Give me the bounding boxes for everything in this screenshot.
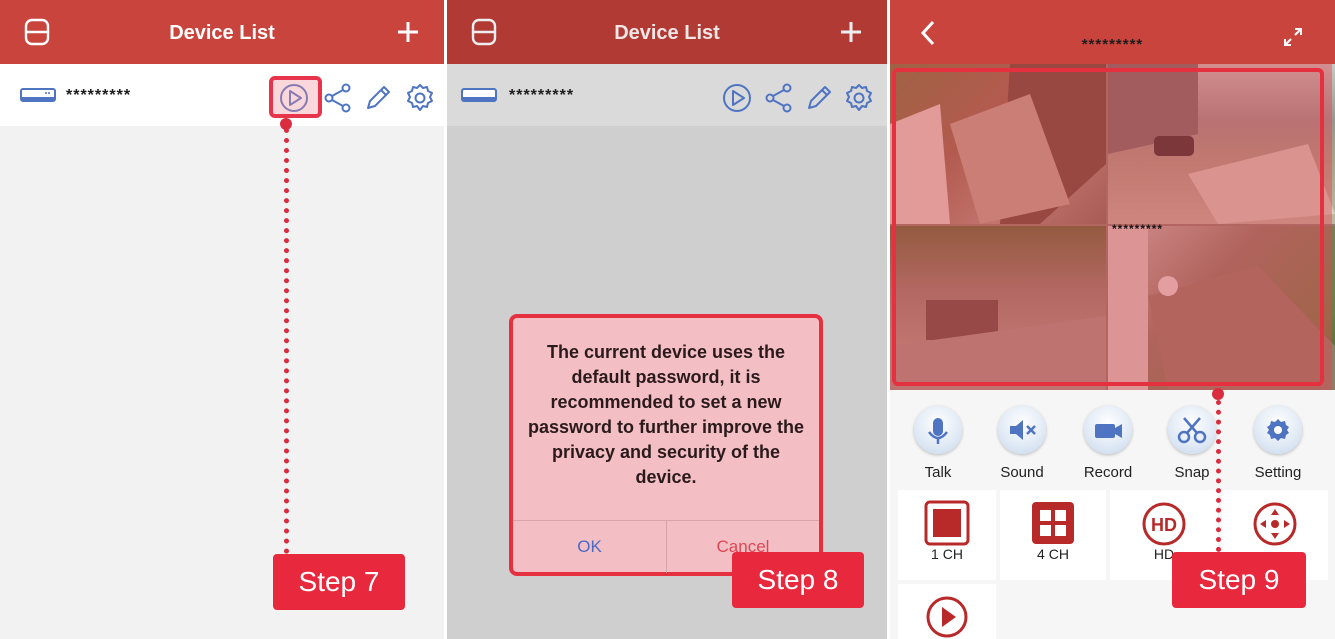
step-badge: Step 7	[273, 554, 405, 610]
setting-button[interactable]: Setting	[1238, 406, 1318, 481]
step-badge: Step 8	[732, 552, 864, 608]
channel-name-overlay: *********	[1112, 222, 1164, 236]
settings-gear-icon[interactable]	[404, 82, 436, 114]
scissors-icon	[1177, 417, 1207, 444]
settings-gear-icon[interactable]	[843, 82, 875, 114]
play-icon[interactable]	[721, 82, 753, 114]
dvr-device-icon	[461, 88, 497, 102]
edit-pencil-icon[interactable]	[803, 82, 835, 114]
svg-text:HD: HD	[1151, 515, 1177, 535]
microphone-icon	[928, 418, 948, 444]
password-warning-screen: Device List ********* The current device…	[447, 0, 887, 639]
pointer-dot	[1212, 388, 1224, 400]
app-header: *********	[890, 0, 1335, 64]
password-warning-dialog: The current device uses the default pass…	[509, 314, 823, 576]
page-title: Device List	[614, 22, 720, 44]
app-header: Device List	[0, 0, 444, 64]
dotted-pointer-line	[1216, 400, 1221, 552]
four-channel-label: 4 CH	[1037, 546, 1069, 562]
app-header: Device List	[447, 0, 887, 64]
share-icon[interactable]	[763, 82, 795, 114]
record-label: Record	[1083, 464, 1133, 481]
add-device-icon[interactable]	[839, 20, 863, 44]
record-button[interactable]: Record	[1068, 406, 1148, 481]
device-row[interactable]: *********	[447, 64, 887, 126]
dialog-message: The current device uses the default pass…	[527, 342, 805, 487]
playback-button[interactable]	[898, 584, 996, 639]
four-channel-icon	[1032, 502, 1074, 544]
fullscreen-icon[interactable]	[1282, 26, 1304, 48]
single-channel-icon	[924, 500, 970, 546]
setting-label: Setting	[1254, 464, 1302, 481]
page-title: Device List	[169, 22, 275, 44]
device-title: *********	[1081, 36, 1144, 53]
gear-icon	[1267, 419, 1289, 441]
dvr-device-icon	[20, 88, 56, 102]
sound-button[interactable]: Sound	[982, 406, 1062, 481]
device-name: *********	[66, 87, 132, 104]
single-channel-button[interactable]: 1 CH	[898, 490, 996, 580]
live-view-screen: ********* ********* Talk Sound Record Sn…	[890, 0, 1335, 639]
device-name: *********	[509, 87, 575, 104]
sound-label: Sound	[1000, 464, 1044, 481]
play-button-highlight	[269, 76, 322, 118]
video-highlight-border	[892, 68, 1324, 386]
share-icon[interactable]	[322, 82, 354, 114]
step-badge: Step 9	[1172, 552, 1306, 608]
ptz-arrows-icon	[1253, 502, 1297, 546]
single-channel-label: 1 CH	[931, 546, 963, 562]
talk-button[interactable]: Talk	[898, 406, 978, 481]
hd-icon: HD	[1142, 502, 1186, 546]
device-list-screen: Device List ********* Step 7	[0, 0, 444, 639]
playback-icon	[926, 596, 968, 638]
speaker-mute-icon	[1010, 420, 1036, 440]
talk-label: Talk	[924, 464, 952, 481]
ok-button[interactable]: OK	[513, 521, 667, 573]
add-device-icon[interactable]	[396, 20, 420, 44]
dotted-pointer-line	[284, 128, 289, 554]
video-camera-icon	[1095, 424, 1122, 438]
device-row[interactable]: *********	[0, 64, 444, 126]
four-channel-button[interactable]: 4 CH	[1000, 490, 1106, 580]
edit-pencil-icon[interactable]	[362, 82, 394, 114]
